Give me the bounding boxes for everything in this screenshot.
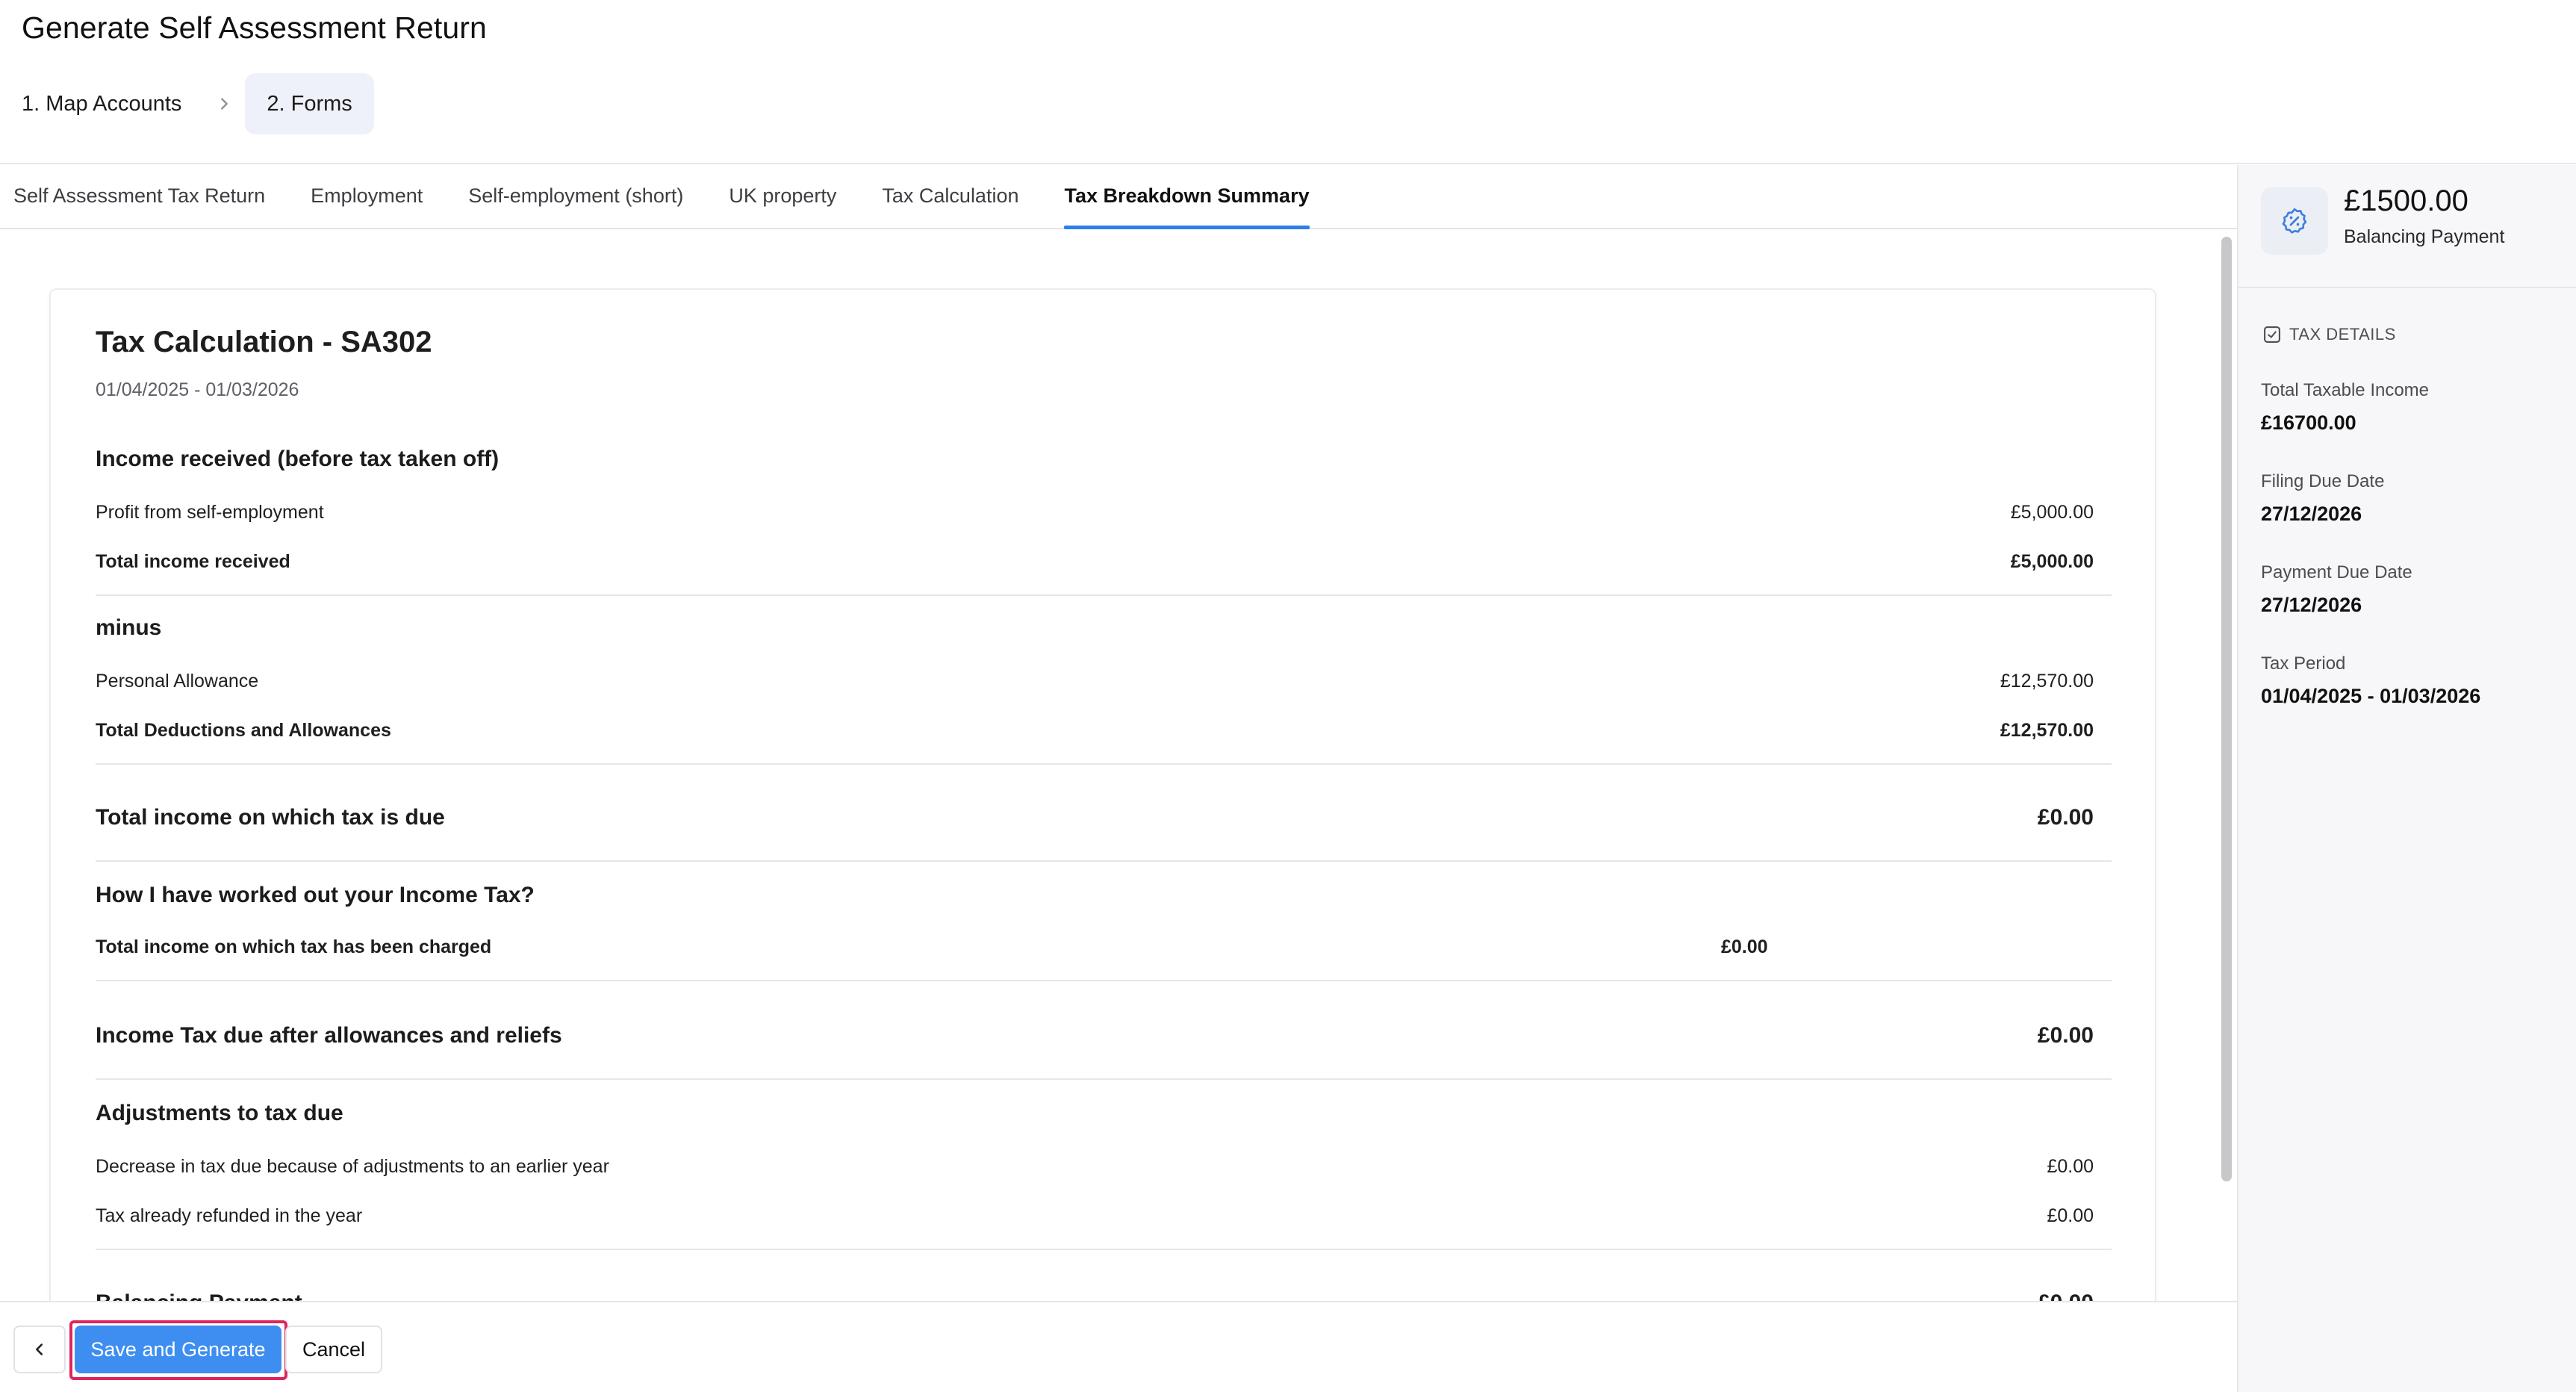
sa302-period: 01/04/2025 - 01/03/2026 (96, 379, 299, 400)
back-button[interactable] (13, 1326, 66, 1373)
chevron-left-icon (36, 1343, 43, 1355)
balance-summary: £1500.00 Balancing Payment (2239, 165, 2576, 288)
refunded-value: £0.00 (2047, 1205, 2094, 1226)
worked-heading: How I have worked out your Income Tax? (96, 883, 535, 907)
footer-actions: Save and Generate Cancel (0, 1301, 2237, 1392)
tab-tax-breakdown-summary[interactable]: Tax Breakdown Summary (1064, 164, 1310, 229)
tax-due-value: £0.00 (2037, 1023, 2094, 1048)
charged-value: £0.00 (1721, 936, 1768, 957)
total-taxable-income-value: £16700.00 (2261, 411, 2356, 434)
tab-employment[interactable]: Employment (311, 164, 423, 228)
personal-allowance-label: Personal Allowance (96, 671, 259, 692)
tax-details-heading: TAX DETAILS (2261, 323, 2396, 346)
divider (96, 594, 2112, 596)
total-deductions-label: Total Deductions and Allowances (96, 720, 391, 741)
decrease-label: Decrease in tax due because of adjustmen… (96, 1156, 609, 1177)
balancing-value: £0.00 (2038, 1290, 2094, 1301)
chevron-right-icon (209, 89, 239, 119)
scroll-region[interactable]: Tax Calculation - SA302 01/04/2025 - 01/… (0, 231, 2237, 1301)
refunded-label: Tax already refunded in the year (96, 1205, 363, 1226)
step-forms[interactable]: 2. Forms (245, 73, 374, 134)
personal-allowance-value: £12,570.00 (2000, 671, 2094, 692)
payment-due-date-value: 27/12/2026 (2261, 594, 2362, 616)
divider (96, 1078, 2112, 1080)
total-income-value: £5,000.00 (2010, 551, 2094, 572)
tab-self-assessment-tax-return[interactable]: Self Assessment Tax Return (13, 164, 265, 228)
income-heading: Income received (before tax taken off) (96, 447, 500, 471)
stepper: 1. Map Accounts 2. Forms (0, 72, 374, 135)
adjustments-heading: Adjustments to tax due (96, 1101, 343, 1125)
content-area: Self Assessment Tax Return Employment Se… (0, 165, 2237, 1301)
profit-value: £5,000.00 (2010, 502, 2094, 523)
page-header: Generate Self Assessment Return 1. Map A… (0, 0, 2576, 164)
cancel-button[interactable]: Cancel (285, 1326, 382, 1373)
filing-due-date-label: Filing Due Date (2261, 471, 2385, 491)
tab-uk-property[interactable]: UK property (729, 164, 836, 228)
form-tabs: Self Assessment Tax Return Employment Se… (0, 165, 2237, 229)
divider (96, 763, 2112, 765)
balancing-label: Balancing Payment (96, 1290, 302, 1301)
total-income-label: Total income received (96, 551, 290, 572)
tab-self-employment-short[interactable]: Self-employment (short) (468, 164, 683, 228)
percent-badge-icon (2261, 187, 2328, 255)
tab-tax-calculation[interactable]: Tax Calculation (882, 164, 1018, 228)
charged-label: Total income on which tax has been charg… (96, 936, 492, 957)
tax-details-label: TAX DETAILS (2289, 325, 2396, 344)
divider (96, 1249, 2112, 1250)
scrollbar-thumb[interactable] (2221, 237, 2232, 1181)
minus-heading: minus (96, 615, 162, 640)
divider (96, 860, 2112, 862)
payment-due-date-label: Payment Due Date (2261, 562, 2412, 582)
sa302-title: Tax Calculation - SA302 (96, 326, 432, 358)
taxable-income-value: £0.00 (2037, 805, 2094, 830)
page-title: Generate Self Assessment Return (22, 10, 487, 45)
taxable-income-label: Total income on which tax is due (96, 805, 445, 830)
total-taxable-income-label: Total Taxable Income (2261, 380, 2430, 400)
checklist-icon (2261, 323, 2283, 346)
tax-period-value: 01/04/2025 - 01/03/2026 (2261, 685, 2481, 707)
save-and-generate-button[interactable]: Save and Generate (75, 1326, 281, 1373)
sa302-card: Tax Calculation - SA302 01/04/2025 - 01/… (49, 288, 2156, 1301)
step-map-accounts[interactable]: 1. Map Accounts (0, 73, 203, 134)
decrease-value: £0.00 (2047, 1156, 2094, 1177)
profit-label: Profit from self-employment (96, 502, 324, 523)
filing-due-date-value: 27/12/2026 (2261, 503, 2362, 525)
divider (96, 980, 2112, 981)
tax-due-label: Income Tax due after allowances and reli… (96, 1023, 562, 1048)
balance-label: Balancing Payment (2344, 226, 2505, 247)
tax-period-label: Tax Period (2261, 653, 2346, 674)
balance-amount: £1500.00 (2344, 184, 2468, 217)
total-deductions-value: £12,570.00 (2000, 720, 2094, 741)
summary-panel: £1500.00 Balancing Payment TAX DETAILS T… (2237, 165, 2576, 1392)
